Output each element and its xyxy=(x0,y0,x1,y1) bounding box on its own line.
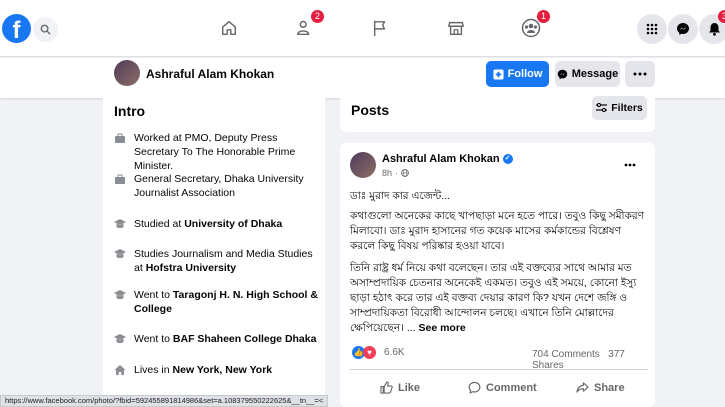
message-button[interactable]: Message xyxy=(555,61,620,87)
more-icon xyxy=(624,163,636,167)
notifications-badge: 3 xyxy=(718,10,725,23)
message-label: Message xyxy=(571,68,619,80)
intro-item: Studied at University of Dhaka xyxy=(114,217,319,231)
thumbs-up-icon xyxy=(380,381,393,394)
search-button[interactable] xyxy=(33,17,58,42)
school-link[interactable]: University of Dhaka xyxy=(184,218,282,230)
post-author[interactable]: Ashraful Alam Khokan ✓ xyxy=(382,153,513,165)
filters-button[interactable]: Filters xyxy=(592,96,647,120)
share-icon xyxy=(576,382,589,393)
search-icon xyxy=(40,24,51,35)
messenger-icon xyxy=(677,23,689,35)
intro-item: General Secretary, Dhaka University Jour… xyxy=(114,172,319,200)
post-author-name[interactable]: Ashraful Alam Khokan xyxy=(382,153,500,165)
briefcase-icon xyxy=(115,133,125,143)
graduation-cap-icon xyxy=(114,249,126,259)
share-button[interactable]: Share xyxy=(576,381,625,394)
avatar[interactable] xyxy=(350,152,376,178)
school-link[interactable]: BAF Shaheen College Dhaka xyxy=(173,333,317,345)
notifications-button[interactable]: 3 xyxy=(699,10,725,44)
comments-count[interactable]: 704 Comments xyxy=(532,349,600,360)
home-icon xyxy=(114,365,126,375)
intro-item-text: Worked at PMO, Deputy Press Secretary To… xyxy=(134,132,296,172)
messenger-icon xyxy=(557,69,567,79)
facebook-logo[interactable]: f xyxy=(2,14,31,43)
verified-badge-icon: ✓ xyxy=(502,154,513,164)
like-button[interactable]: Like xyxy=(380,381,420,394)
friends-badge: 2 xyxy=(311,10,324,23)
intro-item: Studies Journalism and Media Studies at … xyxy=(114,247,319,275)
posts-header-card: Posts Filters xyxy=(340,92,655,132)
grid-menu-icon xyxy=(646,23,658,35)
intro-card: Intro Worked at PMO, Deputy Press Secret… xyxy=(103,92,325,407)
follow-label: Follow xyxy=(507,68,543,80)
globe-icon xyxy=(401,169,409,177)
intro-item-text: General Secretary, Dhaka University Jour… xyxy=(134,173,304,199)
intro-item-text: Went to xyxy=(134,333,173,345)
graduation-cap-icon xyxy=(114,290,126,300)
profile-name[interactable]: Ashraful Alam Khokan xyxy=(146,67,274,81)
divider xyxy=(350,369,648,370)
graduation-cap-icon xyxy=(114,219,126,229)
post-paragraph: ডাঃ মুরাদ কার এজেন্ট... xyxy=(350,190,451,202)
intro-title: Intro xyxy=(114,103,146,119)
post-paragraph: তিনি রাষ্ট্র ধর্ম নিয়ে কথা বলেছেন। তার … xyxy=(350,261,648,336)
posts-title: Posts xyxy=(351,102,390,118)
intro-item-text: Went to xyxy=(134,289,173,301)
post-time[interactable]: 8h xyxy=(382,168,392,178)
friends-tab[interactable]: 2 xyxy=(292,10,324,41)
school-link[interactable]: Hofstra University xyxy=(146,262,236,274)
love-reaction-icon: ♥ xyxy=(363,346,376,359)
comment-icon xyxy=(468,381,481,394)
engagement-counts: 704 Comments 377 Shares xyxy=(532,349,655,371)
post-paragraph-text: তিনি রাষ্ট্র ধর্ম নিয়ে কথা বলেছেন। তার … xyxy=(350,262,637,334)
post-meta: 8h · xyxy=(382,168,409,178)
home-icon xyxy=(221,20,237,36)
intro-item: Lives in New York, New York xyxy=(114,363,319,377)
intro-item: Worked at PMO, Deputy Press Secretary To… xyxy=(114,131,319,173)
more-options-button[interactable] xyxy=(625,61,655,87)
marketplace-icon xyxy=(447,21,465,36)
see-more-link[interactable]: See more xyxy=(419,322,466,334)
graduation-cap-icon xyxy=(114,334,126,344)
post-options-button[interactable] xyxy=(624,158,636,167)
comment-label: Comment xyxy=(486,381,537,394)
bell-icon xyxy=(708,23,720,36)
messenger-button[interactable] xyxy=(668,14,698,44)
intro-item: Went to BAF Shaheen College Dhaka xyxy=(114,332,319,346)
marketplace-tab[interactable] xyxy=(443,15,469,41)
groups-tab[interactable]: 1 xyxy=(518,10,550,41)
comment-button[interactable]: Comment xyxy=(468,381,537,394)
post-card: Ashraful Alam Khokan ✓ 8h · ডাঃ মুরাদ কা… xyxy=(340,143,655,407)
filters-icon xyxy=(596,103,608,113)
reactions-summary[interactable]: 👍 ♥ 6.6K xyxy=(352,346,405,359)
follow-icon xyxy=(493,68,504,80)
pages-tab[interactable] xyxy=(367,15,393,41)
like-label: Like xyxy=(398,381,421,394)
top-navigation: f 2 1 3 xyxy=(0,0,725,57)
groups-badge: 1 xyxy=(537,10,550,23)
briefcase-icon xyxy=(115,174,125,184)
avatar[interactable] xyxy=(114,60,140,86)
intro-item: Went to Taragonj H. N. High School & Col… xyxy=(114,288,319,316)
reaction-count: 6.6K xyxy=(384,347,405,358)
status-bar-url: https://www.facebook.com/photo/?fbid=592… xyxy=(0,395,329,407)
intro-item-text: Studied at xyxy=(134,218,185,230)
post-paragraph: কথাগুলো অনেকের কাছে খাপছাড়া মনে হতে পার… xyxy=(350,210,645,252)
home-tab[interactable] xyxy=(216,15,242,41)
friends-icon xyxy=(297,20,310,36)
menu-button[interactable] xyxy=(637,14,667,44)
intro-item-text: Lives in xyxy=(134,364,173,376)
flag-icon xyxy=(373,20,386,36)
location-link[interactable]: New York, New York xyxy=(173,364,273,376)
share-label: Share xyxy=(594,381,625,394)
follow-button[interactable]: Follow xyxy=(486,61,549,87)
filters-label: Filters xyxy=(611,102,643,114)
more-icon xyxy=(633,72,647,76)
